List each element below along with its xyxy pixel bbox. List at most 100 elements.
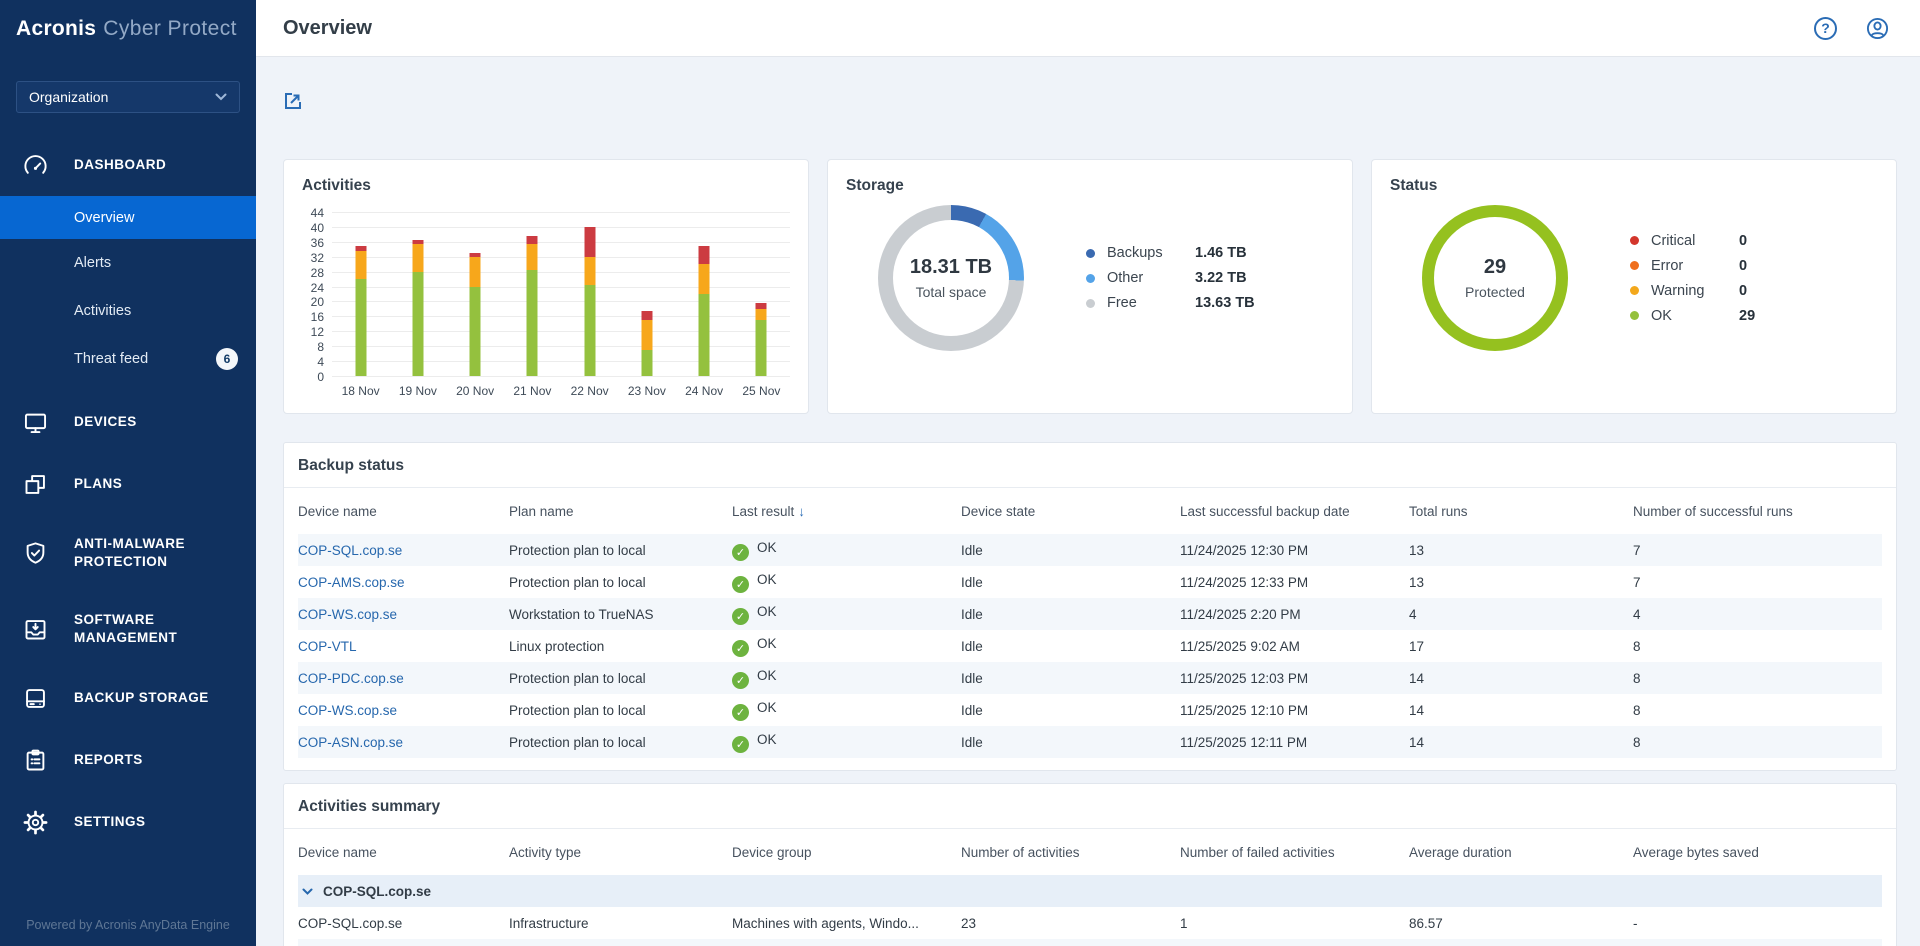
device-link[interactable]: COP-SQL.cop.se xyxy=(298,543,402,558)
legend-label: Error xyxy=(1651,257,1684,274)
sidebar-item-dashboard[interactable]: DASHBOARD xyxy=(0,134,256,196)
legend-dot xyxy=(1630,261,1639,270)
last-result: ✓ OK xyxy=(732,636,961,657)
bar-segment-succeeded xyxy=(526,269,538,376)
logo-product: Cyber Protect xyxy=(103,17,237,40)
storage-drive-icon xyxy=(26,688,45,708)
device-link[interactable]: COP-WS.cop.se xyxy=(298,703,397,718)
legend-label: Critical xyxy=(1651,232,1696,249)
table-row: COP-PDC.cop.se Protection plan to local … xyxy=(298,662,1882,694)
account-icon[interactable] xyxy=(1865,16,1890,41)
sidebar-item-label: SOFTWARE MANAGEMENT xyxy=(74,612,178,645)
sidebar-item-label: BACKUP STORAGE xyxy=(74,690,209,706)
sidebar-subitem-label: Activities xyxy=(74,303,132,319)
sidebar-item-threat-feed[interactable]: Threat feed 6 xyxy=(0,335,256,383)
status-legend: Critical 0 Error 0 Warning 0 OK 29 xyxy=(1630,228,1755,328)
bar-segment-succeeded xyxy=(412,271,424,376)
activities-summary-table: Device name Activity type Device group N… xyxy=(284,829,1896,946)
gridline xyxy=(332,301,790,303)
widget-title: Status xyxy=(1390,177,1438,194)
sidebar-item-label: DASHBOARD xyxy=(74,157,167,173)
column-header[interactable]: Device name xyxy=(298,504,509,519)
reports-icon xyxy=(26,749,45,770)
gridline xyxy=(332,316,790,318)
sidebar-item-devices[interactable]: DEVICES xyxy=(0,391,256,453)
devices-icon xyxy=(24,413,47,433)
y-tick-label: 32 xyxy=(310,250,324,265)
sidebar-item-label: DEVICES xyxy=(74,414,137,430)
organization-selector[interactable]: Organization xyxy=(16,81,240,113)
total-runs: 13 xyxy=(1409,542,1425,558)
column-header[interactable]: Last successful backup date xyxy=(1180,504,1409,519)
device-name: COP-SQL.cop.se xyxy=(298,915,403,931)
sidebar-item-reports[interactable]: REPORTS xyxy=(0,729,256,791)
sidebar-item-plans[interactable]: PLANS xyxy=(0,453,256,515)
legend-dot xyxy=(1086,298,1095,308)
device-link[interactable]: COP-PDC.cop.se xyxy=(298,671,404,686)
device-group: Machines with agents, Windo... xyxy=(732,915,919,931)
avg-duration: 86.57 xyxy=(1409,915,1443,931)
bar-segment-warning xyxy=(526,243,538,270)
expand-widget-icon[interactable] xyxy=(283,91,303,111)
table-row: COP-SQL.cop.se Infrastructure Machines w… xyxy=(298,907,1882,939)
sidebar-item-software-management[interactable]: SOFTWARE MANAGEMENT xyxy=(0,591,256,667)
column-header[interactable]: Device group xyxy=(732,845,961,860)
column-header[interactable]: Device name xyxy=(298,845,509,860)
legend-dot xyxy=(1630,286,1639,295)
sidebar-item-activities[interactable]: Activities xyxy=(0,287,256,335)
column-header[interactable]: Activity type xyxy=(509,845,732,860)
column-header[interactable]: Plan name xyxy=(509,504,732,519)
software-download-icon xyxy=(25,619,46,639)
chevron-down-icon xyxy=(302,888,313,895)
ok-status-icon: ✓ xyxy=(732,607,749,625)
storage-widget: Storage 18.31 TB Total space Backups 1.4… xyxy=(827,159,1353,414)
last-result: ✓ OK xyxy=(732,604,961,625)
bar-18 Nov xyxy=(355,245,367,376)
column-header[interactable]: Device state xyxy=(961,504,1180,519)
sidebar-item-backup-storage[interactable]: BACKUP STORAGE xyxy=(0,667,256,729)
sidebar-subitem-label: Threat feed xyxy=(74,351,149,367)
column-header-sorted[interactable]: Last result ↓ xyxy=(732,504,961,519)
bar-segment-error xyxy=(584,226,596,257)
column-header[interactable]: Average bytes saved xyxy=(1633,845,1882,860)
panel-title: Activities summary xyxy=(284,784,1896,829)
bar-segment-error xyxy=(698,245,710,265)
gridline xyxy=(332,286,790,288)
group-label: COP-SQL.cop.se xyxy=(323,883,432,899)
group-row[interactable]: COP-SQL.cop.se xyxy=(298,875,1882,907)
bar-25 Nov xyxy=(755,303,767,376)
sidebar-item-overview[interactable]: Overview xyxy=(0,196,256,239)
sidebar-item-anti-malware-protection[interactable]: ANTI-MALWARE PROTECTION xyxy=(0,515,256,591)
gridline xyxy=(332,361,790,363)
column-header[interactable]: Average duration xyxy=(1409,845,1633,860)
device-link[interactable]: COP-ASN.cop.se xyxy=(298,735,403,750)
last-backup-date: 11/25/2025 9:02 AM xyxy=(1180,638,1300,654)
column-header[interactable]: Number of failed activities xyxy=(1180,845,1409,860)
sidebar-item-label: REPORTS xyxy=(74,752,143,768)
table-row: COP-ASN.cop.se Protection plan to local … xyxy=(298,726,1882,758)
bar-segment-warning xyxy=(698,264,710,294)
main-area: Overview ? Activities 0 4 8 12 16 20 24 … xyxy=(256,0,1920,946)
column-header[interactable]: Number of successful runs xyxy=(1633,504,1882,519)
sidebar-item-alerts[interactable]: Alerts xyxy=(0,239,256,287)
help-icon[interactable]: ? xyxy=(1814,16,1837,40)
device-link[interactable]: COP-WS.cop.se xyxy=(298,607,397,622)
sidebar-item-settings[interactable]: SETTINGS xyxy=(0,791,256,853)
device-link[interactable]: COP-AMS.cop.se xyxy=(298,575,405,590)
column-header[interactable]: Total runs xyxy=(1409,504,1633,519)
y-tick-label: 16 xyxy=(310,310,324,325)
plan-name: Protection plan to local xyxy=(509,574,646,590)
successful-runs: 8 xyxy=(1633,670,1641,686)
column-header[interactable]: Number of activities xyxy=(961,845,1180,860)
y-tick-label: 12 xyxy=(310,325,324,340)
widget-title: Storage xyxy=(846,177,904,194)
plan-name: Workstation to TrueNAS xyxy=(509,606,654,622)
legend-label: Backups xyxy=(1107,245,1163,261)
storage-legend: Backups 1.46 TB Other 3.22 TB Free 13.63… xyxy=(1086,241,1255,316)
x-tick-label: 23 Nov xyxy=(627,384,666,398)
sort-desc-icon: ↓ xyxy=(798,503,806,519)
device-link[interactable]: COP-VTL xyxy=(298,639,357,654)
table-row: COP-AMS.cop.se Protection plan to local … xyxy=(298,566,1882,598)
legend-value: 0 xyxy=(1739,232,1748,249)
ok-status-icon: ✓ xyxy=(732,671,749,689)
